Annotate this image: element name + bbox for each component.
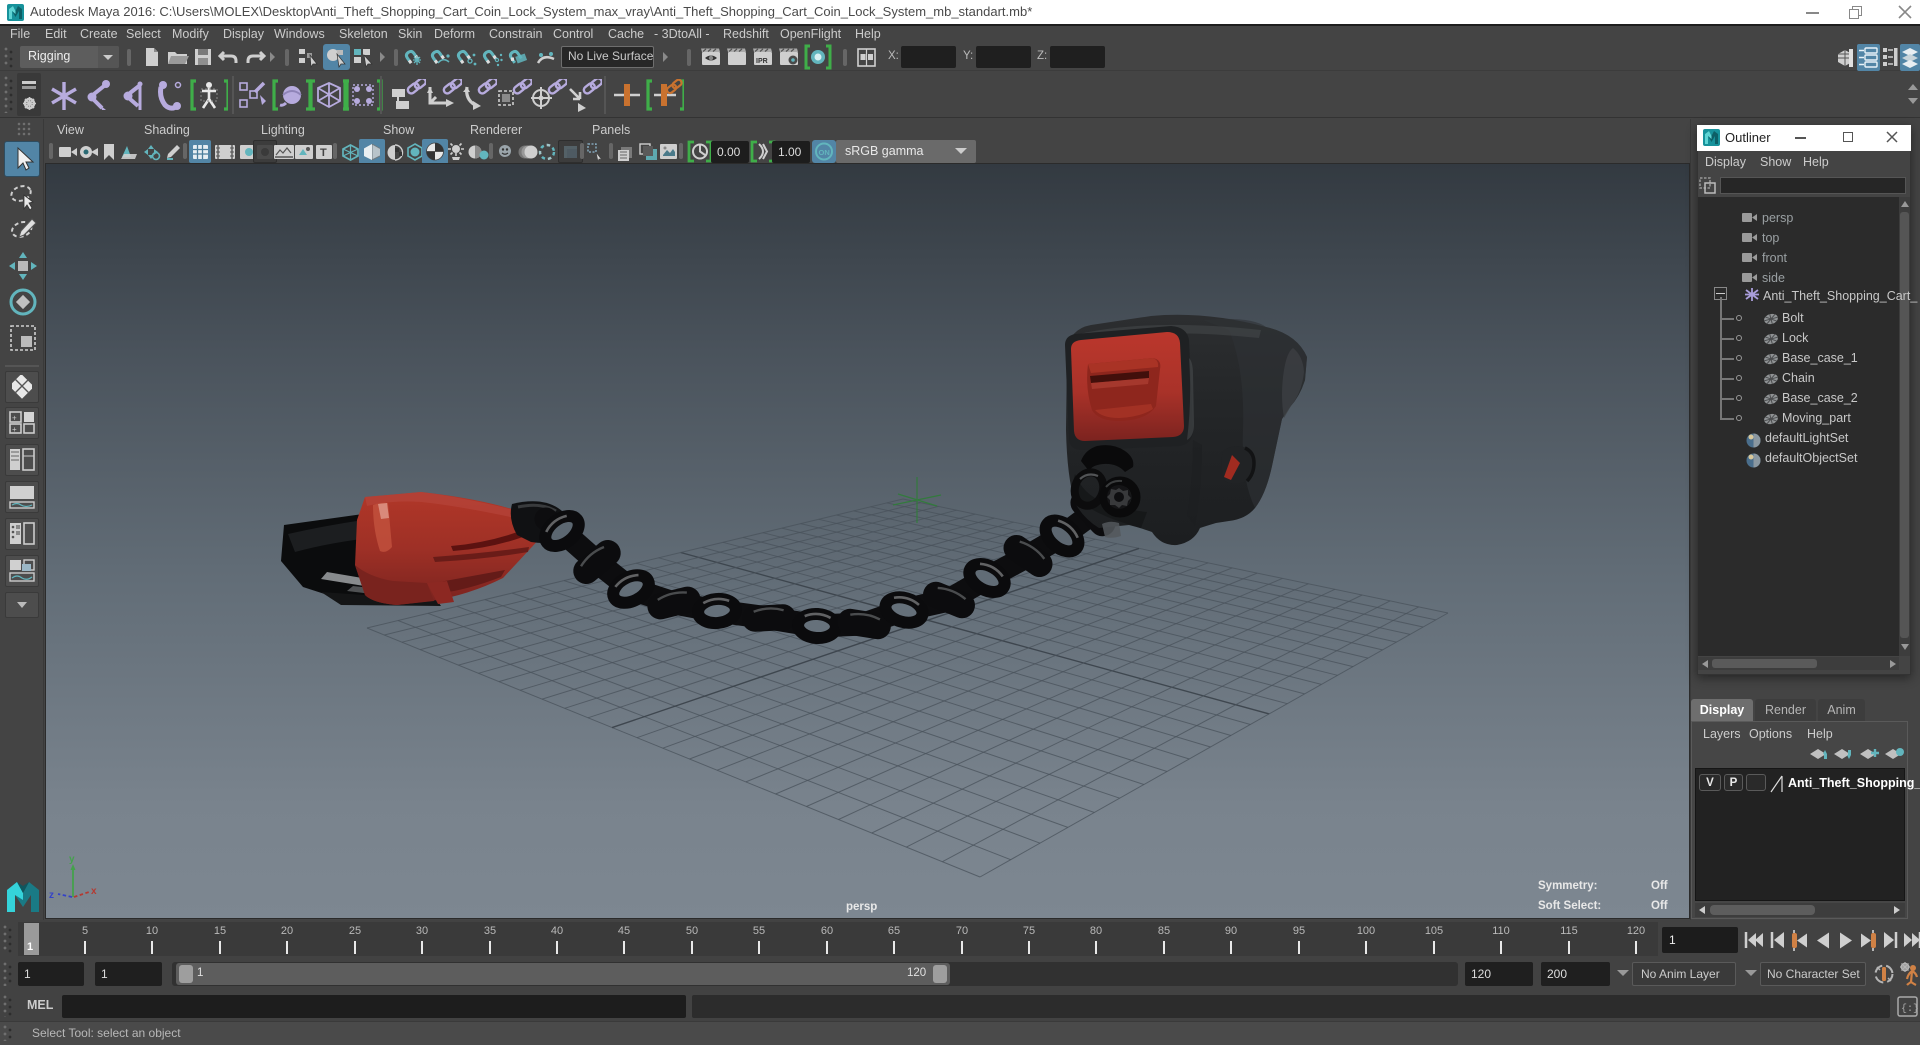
svg-text:Soft Select:: Soft Select: [1538,900,1601,912]
svg-text:y: y [69,854,75,865]
svg-text:+: + [12,425,17,434]
svg-text:x: x [91,886,97,897]
svg-text:IPR: IPR [756,58,768,65]
svg-text:T: T [320,147,327,159]
svg-text:Symmetry:: Symmetry: [1538,880,1597,892]
svg-text:z: z [49,890,54,901]
svg-text:Off: Off [1651,900,1668,912]
svg-text:Off: Off [1651,880,1668,892]
svg-text:ON: ON [819,148,830,157]
svg-text:persp: persp [846,901,877,913]
svg-text:{:}: {:} [1901,1003,1918,1015]
svg-text:+: + [12,414,17,423]
